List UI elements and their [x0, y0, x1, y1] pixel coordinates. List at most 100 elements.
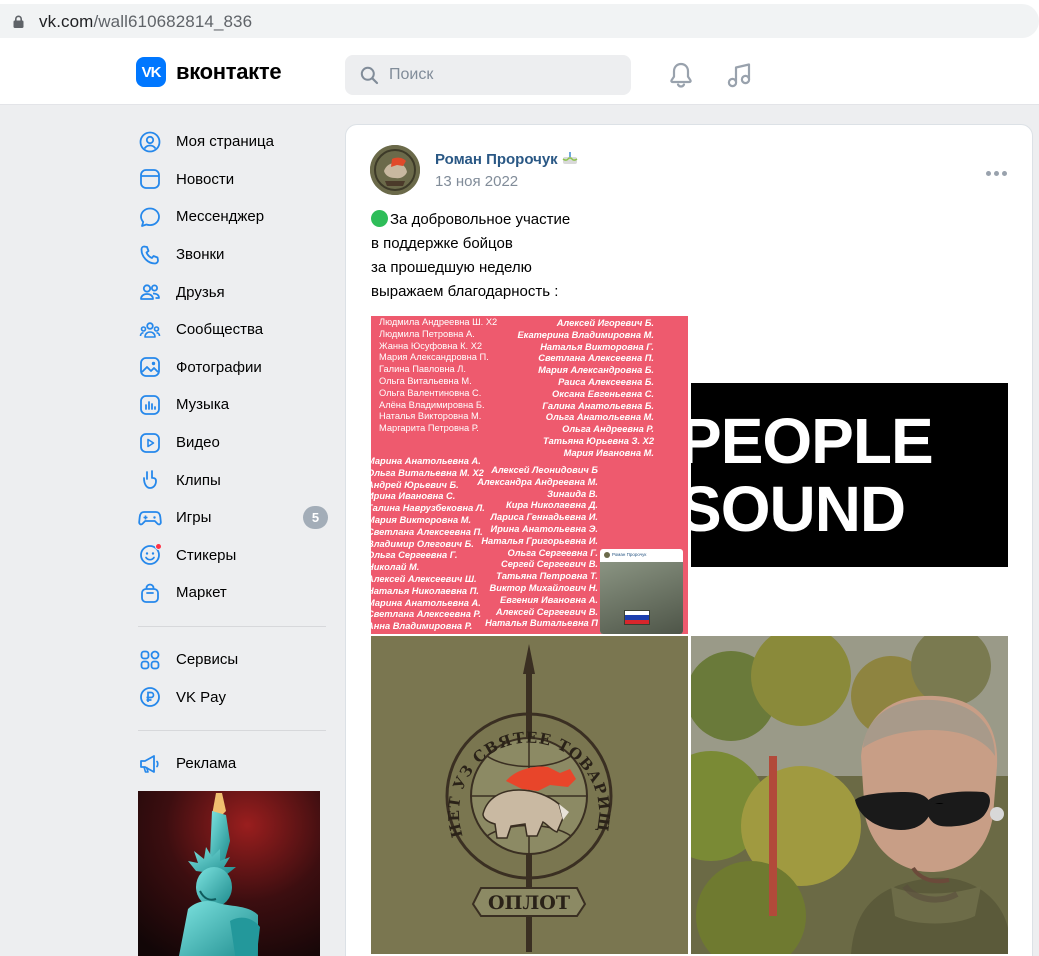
author-name-text: Роман Пророчук — [435, 151, 558, 168]
music-bars-icon — [138, 393, 162, 417]
sidebar-item-services[interactable]: Сервисы — [134, 641, 334, 679]
post-photo-people-sound[interactable]: PEOPLE SOUND — [691, 383, 1008, 567]
thanked-name: Лариса Геннадьевна И. — [490, 512, 598, 523]
inset-avatar — [604, 552, 610, 558]
dot — [1002, 170, 1007, 176]
sidebar-item-music[interactable]: Музыка — [134, 386, 334, 424]
sidebar-item-clips[interactable]: Клипы — [134, 461, 334, 499]
thanked-name: Маргарита Петровна Р. — [379, 423, 479, 434]
thanked-name: Алексей Сергеевич В. — [495, 606, 598, 617]
thanked-name: Людмила Петровна А. — [379, 328, 475, 339]
names-column-4: Алексей Леонидович Б Александра Андреевна… — [477, 465, 598, 630]
thanked-name: Ольга Витальевна М. — [379, 375, 472, 386]
emblem-banner-text: ОПЛОТ — [488, 892, 570, 914]
sidebar-item-market[interactable]: Маркет — [134, 574, 334, 612]
post-photo-selfie[interactable] — [691, 636, 1008, 954]
sidebar-item-news[interactable]: Новости — [134, 161, 334, 199]
thanked-name: Ольга Сергеевна Г. — [507, 547, 598, 558]
vk-logo[interactable]: VK вконтакте — [136, 57, 282, 87]
sidebar-item-label: Мессенджер — [176, 208, 265, 226]
author-avatar[interactable] — [370, 145, 420, 195]
message-icon — [138, 205, 162, 229]
thanked-name: Алёна Владимировна Б. — [379, 399, 485, 410]
friends-icon — [138, 280, 162, 304]
post-text-line-1: За добровольное участие — [390, 211, 571, 228]
sidebar-item-stickers[interactable]: Стикеры — [134, 537, 334, 575]
address-field[interactable]: vk.com/wall610682814_836 — [0, 4, 1039, 38]
sidebar-item-label: VK Pay — [176, 688, 227, 706]
sidebar-item-label: Реклама — [176, 755, 237, 773]
photo-icon — [138, 355, 162, 379]
post-more-menu-icon[interactable] — [986, 169, 1010, 177]
vkpay-icon — [138, 685, 162, 709]
thanked-name: Ольга Андреевна Р. — [562, 424, 654, 435]
thanked-name: Марина Анатольевна А. — [371, 597, 481, 608]
thanked-name: Марина Анатольевна А. — [371, 456, 481, 466]
post-text: За добровольное участие в поддержке бойц… — [371, 208, 570, 304]
post-date[interactable]: 13 ноя 2022 — [435, 173, 518, 190]
megaphone-icon — [138, 752, 162, 776]
sidebar-item-photos[interactable]: Фотографии — [134, 349, 334, 387]
thanked-name: Ирина Ивановна С. — [371, 491, 456, 502]
names-column-2: Алексей Игоревич Б. Екатерина Владимировн… — [517, 318, 654, 460]
search-input[interactable] — [389, 55, 619, 95]
post-text-line: в поддержке бойцов — [371, 235, 513, 252]
sidebar-item-label: Игры — [176, 509, 212, 527]
sidebar-item-messenger[interactable]: Мессенджер — [134, 198, 334, 236]
thanked-name: Наталья Николаевна П. — [371, 585, 479, 596]
browser-url-bar: vk.com/wall610682814_836 — [0, 0, 1039, 44]
sidebar-item-vkpay[interactable]: VK Pay — [134, 678, 334, 716]
post-photo-names-list[interactable]: Людмила Андреевна Ш. Х2 Людмила Петровна … — [371, 316, 688, 634]
music-icon[interactable] — [727, 61, 753, 89]
thanked-name: Людмила Андреевна Ш. Х2 — [379, 317, 498, 327]
thanked-name: Зинаида В. — [547, 488, 598, 499]
people-sound-line-1: PEOPLE — [691, 405, 934, 477]
thanked-name: Александра Андреевна М. — [477, 476, 598, 487]
thanked-name: Ирина Анатольевна Э. — [490, 523, 598, 534]
thanked-name: Галина Анатольевна Б. — [542, 400, 654, 411]
thanked-name: Екатерина Владимировна М. — [517, 329, 654, 340]
flag-red — [625, 619, 649, 624]
sidebar-item-ads[interactable]: Реклама — [134, 745, 334, 783]
thanked-name: Наталья Викторовна М. — [379, 411, 482, 422]
sidebar-item-label: Маркет — [176, 584, 227, 602]
thanked-name: Ольга Сергеевна Г. — [371, 550, 458, 561]
sticker-icon — [138, 543, 162, 567]
video-icon — [138, 431, 162, 455]
sidebar-divider — [138, 729, 326, 731]
sidebar-item-label: Фотографии — [176, 358, 262, 376]
sidebar-item-communities[interactable]: Сообщества — [134, 311, 334, 349]
post-photo-emblem[interactable]: ОПЛОТ НЕТ УЗ СВЯТЕЕ ТОВАРИЩЕСТВА — [371, 636, 688, 954]
sidebar-item-label: Видео — [176, 434, 220, 452]
thanked-name: Светлана Алексеевна П. — [538, 353, 654, 364]
sidebar-item-label: Друзья — [176, 283, 225, 301]
vk-logo-mark: VK — [136, 57, 166, 87]
thanked-name: Раиса Алексеевна Б. — [558, 376, 654, 387]
thanked-name: Мария Александровна Б. — [538, 365, 654, 376]
sidebar-item-calls[interactable]: Звонки — [134, 236, 334, 274]
ad-banner-image[interactable] — [138, 791, 320, 956]
sidebar-item-label: Сервисы — [176, 651, 239, 669]
thanked-name: Наталья Витальевна П — [485, 618, 598, 629]
url-domain: vk.com — [39, 12, 94, 31]
left-sidebar: Моя страница Новости Мессенджер Звонки Д… — [134, 123, 334, 783]
bell-icon[interactable] — [668, 61, 694, 89]
sidebar-item-my-page[interactable]: Моя страница — [134, 123, 334, 161]
dot — [994, 170, 999, 176]
url-text[interactable]: vk.com/wall610682814_836 — [39, 12, 252, 32]
sidebar-item-video[interactable]: Видео — [134, 424, 334, 462]
user-circle-icon — [138, 130, 162, 154]
search-box[interactable] — [345, 55, 631, 95]
top-header: VK вконтакте — [0, 44, 1039, 105]
dot — [986, 170, 991, 176]
thanked-name: Галина Павловна Л. — [379, 364, 466, 375]
news-icon — [138, 167, 162, 191]
inset-post-screenshot: Роман Пророчук — [600, 549, 683, 634]
sidebar-item-friends[interactable]: Друзья — [134, 273, 334, 311]
sidebar-item-games[interactable]: Игры 5 — [134, 499, 334, 537]
green-circle-emoji-icon — [371, 210, 388, 227]
thanked-name: Анна Владимировна Р. — [371, 621, 473, 632]
thanked-name: Наталья Викторовна Г. — [540, 341, 654, 352]
post-text-line: за прошедшую неделю — [371, 259, 532, 276]
post-author-name[interactable]: Роман Пророчук — [435, 151, 578, 168]
